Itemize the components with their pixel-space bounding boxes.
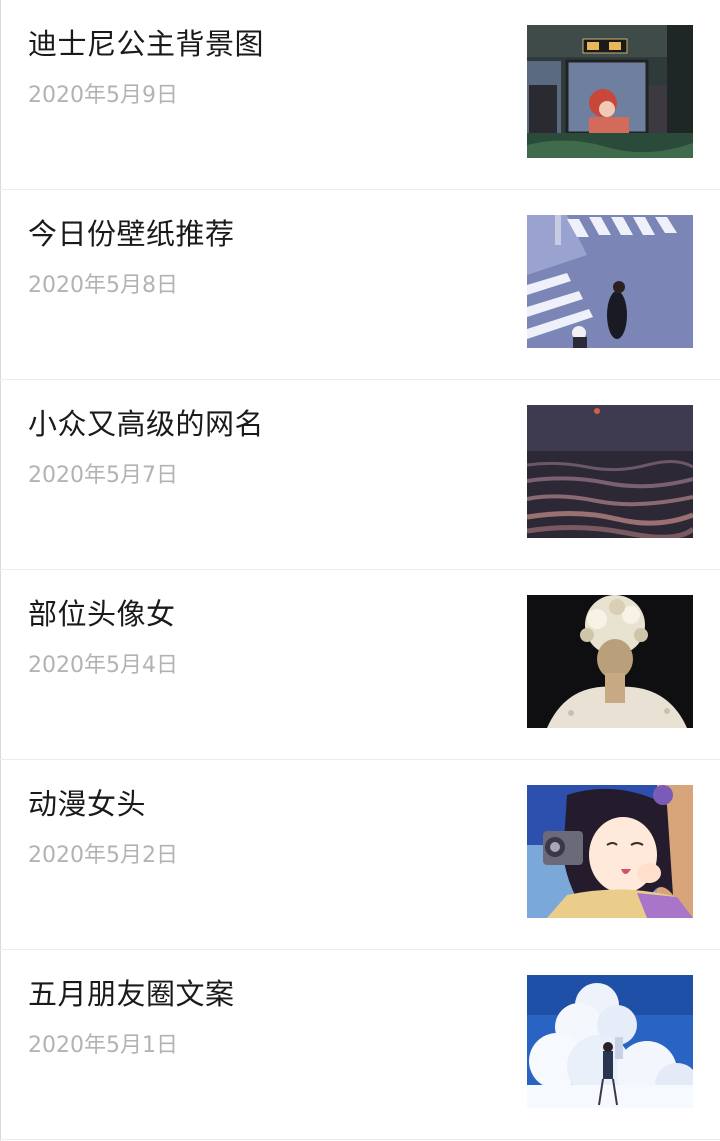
article-thumbnail[interactable]: [527, 215, 693, 348]
article-thumbnail[interactable]: [527, 405, 693, 538]
article-thumbnail[interactable]: [527, 785, 693, 918]
list-item[interactable]: 部位头像女 2020年5月4日: [0, 570, 720, 760]
article-date: 2020年5月4日: [28, 653, 178, 678]
article-title[interactable]: 部位头像女: [28, 594, 176, 634]
article-date: 2020年5月1日: [28, 1033, 178, 1058]
list-item[interactable]: 迪士尼公主背景图 2020年5月9日: [0, 0, 720, 190]
list-item[interactable]: 今日份壁纸推荐 2020年5月8日: [0, 190, 720, 380]
article-title[interactable]: 小众又高级的网名: [28, 404, 264, 444]
article-title[interactable]: 动漫女头: [28, 784, 146, 824]
article-date: 2020年5月9日: [28, 83, 178, 108]
article-date: 2020年5月2日: [28, 843, 178, 868]
article-date: 2020年5月7日: [28, 463, 178, 488]
article-title[interactable]: 五月朋友圈文案: [28, 974, 235, 1014]
list-item[interactable]: 小众又高级的网名 2020年5月7日: [0, 380, 720, 570]
article-date: 2020年5月8日: [28, 273, 178, 298]
list-item[interactable]: 动漫女头 2020年5月2日: [0, 760, 720, 950]
article-thumbnail[interactable]: [527, 25, 693, 158]
article-title[interactable]: 今日份壁纸推荐: [28, 214, 235, 254]
article-thumbnail[interactable]: [527, 975, 693, 1108]
list-item[interactable]: 五月朋友圈文案 2020年5月1日: [0, 950, 720, 1140]
article-thumbnail[interactable]: [527, 595, 693, 728]
article-list: 迪士尼公主背景图 2020年5月9日 今日份壁纸推荐 2020年5月8日 小众又…: [0, 0, 720, 1140]
article-title[interactable]: 迪士尼公主背景图: [28, 24, 264, 64]
